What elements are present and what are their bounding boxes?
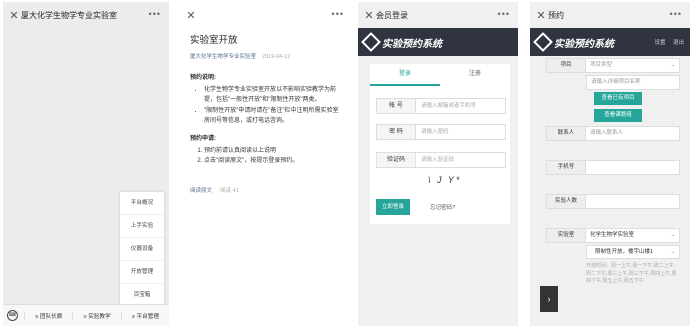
chevron-down-icon: ⌄ <box>670 62 675 68</box>
system-header: 实验预约系统 设置 退出 <box>530 28 690 56</box>
step-item: 预约前请认真阅读以上说明 <box>204 146 342 157</box>
captcha-image[interactable]: \ J Y* <box>428 175 461 185</box>
article-meta: 厦大化学生物学专业实验室 2019-04-12 <box>190 52 290 60</box>
forgot-password-link[interactable]: 忘记密码? <box>430 203 455 211</box>
view-groups-button[interactable]: 查看课题组 <box>594 109 642 122</box>
captcha-input[interactable]: 请输入验证码 <box>416 152 506 168</box>
password-row: 密 码 请输入密码 <box>376 124 506 140</box>
close-icon[interactable]: ✕ <box>7 9 21 22</box>
people-input[interactable] <box>586 194 680 209</box>
system-title: 实验预约系统 <box>554 38 614 50</box>
article-footer: 阅读原文 阅读 41 <box>190 186 239 194</box>
section-heading: 预约说明: <box>190 75 216 81</box>
phone-row: 手机号 <box>546 160 680 175</box>
phone-label: 手机号 <box>546 160 586 175</box>
more-icon[interactable]: ••• <box>149 9 161 19</box>
people-row: 实验人数 <box>546 194 680 209</box>
account-row: 帐 号 请输入邮箱或者手机号 <box>376 98 506 114</box>
system-actions: 设置 退出 <box>648 38 684 46</box>
account-label: 帐 号 <box>376 98 416 114</box>
read-count: 阅读 41 <box>220 188 239 194</box>
captcha-row: 验证码 请输入验证码 <box>376 152 506 168</box>
popup-menu: 平台概况 上手实验 仪器设备 开放管理 百宝箱 <box>120 192 164 307</box>
captcha-label: 验证码 <box>376 152 416 168</box>
keyboard-icon[interactable]: ⌨ <box>7 310 18 321</box>
close-icon[interactable]: ✕ <box>534 9 548 22</box>
open-time-note: 开放时间：周一上午,周一下午,周二上午,周二下午,周三上午,周三下午,周四上午,… <box>586 263 677 284</box>
phone-input[interactable] <box>586 160 680 175</box>
lab-select[interactable]: 化学生物学实验室 ⌄ <box>586 228 680 243</box>
open-type-select[interactable]: 限制性开放，楼宇山楼1 ⌄ <box>586 245 680 259</box>
article-panel: ✕ ••• 实验室开放 厦大化学生物学专业实验室 2019-04-12 预约说明:… <box>180 2 352 326</box>
password-label: 密 码 <box>376 124 416 140</box>
header-bar: ✕ ••• <box>180 2 352 28</box>
close-icon[interactable]: ✕ <box>362 9 376 22</box>
header-bar: ✕ 厦大化学生物学专业实验室 ••• <box>3 2 169 28</box>
tab-login[interactable]: 登录 <box>370 64 440 86</box>
people-label: 实验人数 <box>546 194 586 209</box>
page-title: 预约 <box>548 10 564 20</box>
chevron-down-icon: ⌄ <box>670 232 675 238</box>
article-date: 2019-04-12 <box>262 54 291 60</box>
login-tabs: 登录 注册 <box>370 64 510 86</box>
bottom-menu-item[interactable]: ≡ 团队长廊 <box>24 311 72 320</box>
bullet-item: 化学生物学专业实验室开放以不影响实验教学为前提，包括"一般性开放"和"限制性开放… <box>204 85 342 106</box>
article-body: 预约说明: 化学生物学专业实验室开放以不影响实验教学为前提，包括"一般性开放"和… <box>190 73 342 167</box>
header-bar: ✕ 预约 ••• <box>530 2 690 28</box>
settings-link[interactable]: 设置 <box>654 40 665 46</box>
close-icon[interactable]: ✕ <box>184 9 198 22</box>
logout-link[interactable]: 退出 <box>673 40 684 46</box>
tab-register[interactable]: 注册 <box>440 64 510 86</box>
booking-form: 项目 项目类型 ⌄ 请输入详细项目名称 查看已有项目 查看课题组 联系人 请输入联… <box>546 58 680 286</box>
diamond-logo-icon <box>361 32 381 52</box>
chevron-down-icon: ⌄ <box>670 249 675 255</box>
password-input[interactable]: 请输入密码 <box>416 124 506 140</box>
system-header: 实验预约系统 <box>358 28 518 56</box>
project-row: 项目 项目类型 ⌄ <box>546 58 680 73</box>
menu-item[interactable]: 平台概况 <box>120 192 164 215</box>
more-icon[interactable]: ••• <box>670 9 682 19</box>
more-icon[interactable]: ••• <box>332 9 344 19</box>
login-button[interactable]: 立即登录 <box>376 199 410 215</box>
lab-row: 实验室 化学生物学实验室 ⌄ <box>546 228 680 243</box>
login-card: 登录 注册 帐 号 请输入邮箱或者手机号 密 码 请输入密码 验证码 请输入验证… <box>370 64 510 224</box>
chevron-right-icon[interactable]: › <box>540 286 558 312</box>
project-name-input[interactable]: 请输入详细项目名称 <box>586 75 680 90</box>
login-panel: ✕ 会员登录 ••• 实验预约系统 登录 注册 帐 号 请输入邮箱或者手机号 密… <box>358 2 518 326</box>
system-title: 实验预约系统 <box>382 38 442 50</box>
header-bar: ✕ 会员登录 ••• <box>358 2 518 28</box>
article-author[interactable]: 厦大化学生物学专业实验室 <box>190 54 256 60</box>
more-icon[interactable]: ••• <box>498 9 510 19</box>
bottom-menu-item[interactable]: ≡ 实验教学 <box>72 311 120 320</box>
read-more-link[interactable]: 阅读原文 <box>190 188 212 194</box>
bottom-menu-item[interactable]: ≡ 平台管理 <box>120 311 169 320</box>
section-heading: 预约申请: <box>190 135 216 142</box>
contact-input[interactable]: 请输入联系人 <box>586 126 680 141</box>
bullet-item: "限制性开放"申请时请在"备注"栏中注明所需实验室房间号等信息，或打电话咨询。 <box>204 106 342 127</box>
bottom-menu-bar: ⌨ ≡ 团队长廊 ≡ 实验教学 ≡ 平台管理 <box>3 304 169 326</box>
page-title: 会员登录 <box>376 10 408 20</box>
lab-label: 实验室 <box>546 228 586 243</box>
article-title: 实验室开放 <box>190 35 238 46</box>
wechat-home-panel: ✕ 厦大化学生物学专业实验室 ••• 平台概况 上手实验 仪器设备 开放管理 百… <box>3 2 169 326</box>
menu-item[interactable]: 开放管理 <box>120 261 164 284</box>
contact-row: 联系人 请输入联系人 <box>546 126 680 141</box>
view-projects-button[interactable]: 查看已有项目 <box>594 92 642 105</box>
menu-item[interactable]: 上手实验 <box>120 215 164 238</box>
step-item: 点击"阅读原文"，按提示登录预约。 <box>204 156 342 167</box>
diamond-logo-icon <box>533 32 553 52</box>
menu-item[interactable]: 仪器设备 <box>120 238 164 261</box>
project-label: 项目 <box>546 58 586 73</box>
page-title: 厦大化学生物学专业实验室 <box>21 10 117 20</box>
contact-label: 联系人 <box>546 126 586 141</box>
booking-panel: ✕ 预约 ••• 实验预约系统 设置 退出 项目 项目类型 ⌄ 请输入详细项目名称… <box>530 2 690 326</box>
account-input[interactable]: 请输入邮箱或者手机号 <box>416 98 506 114</box>
project-type-select[interactable]: 项目类型 ⌄ <box>586 58 680 73</box>
